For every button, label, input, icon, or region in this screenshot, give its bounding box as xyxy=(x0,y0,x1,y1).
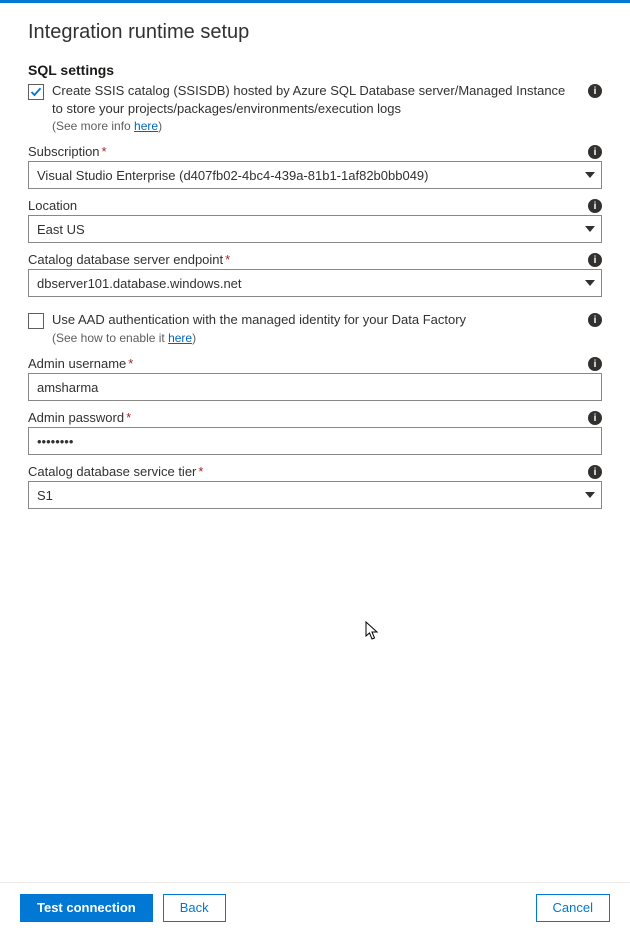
info-icon[interactable]: i xyxy=(588,313,602,327)
test-connection-button[interactable]: Test connection xyxy=(20,894,153,922)
required-mark: * xyxy=(128,356,133,371)
ssis-catalog-hint: (See more info here) xyxy=(28,119,602,133)
page-title: Integration runtime setup xyxy=(28,21,602,44)
endpoint-select[interactable]: dbserver101.database.windows.net xyxy=(28,269,602,297)
required-mark: * xyxy=(102,144,107,159)
aad-auth-row: Use AAD authentication with the managed … xyxy=(28,311,602,329)
footer-bar: Test connection Back Cancel xyxy=(0,882,630,932)
ssis-catalog-text: Create SSIS catalog (SSISDB) hosted by A… xyxy=(52,82,574,117)
ssis-catalog-row: Create SSIS catalog (SSISDB) hosted by A… xyxy=(28,82,602,117)
hint-text: (See how to enable it xyxy=(52,331,168,345)
endpoint-control: dbserver101.database.windows.net xyxy=(28,269,602,297)
field-label-row: Catalog database service tier* i xyxy=(28,463,602,479)
subscription-label: Subscription* xyxy=(28,144,107,159)
tier-select[interactable]: S1 xyxy=(28,481,602,509)
admin-pass-input[interactable] xyxy=(28,427,602,455)
subscription-value: Visual Studio Enterprise (d407fb02-4bc4-… xyxy=(37,168,429,183)
endpoint-value: dbserver101.database.windows.net xyxy=(37,276,242,291)
endpoint-field: Catalog database server endpoint* i dbse… xyxy=(28,251,602,297)
admin-pass-field: Admin password* i xyxy=(28,409,602,455)
admin-user-label: Admin username* xyxy=(28,356,133,371)
info-icon[interactable]: i xyxy=(588,145,602,159)
content-area: Integration runtime setup SQL settings C… xyxy=(0,3,630,882)
required-mark: * xyxy=(225,252,230,267)
field-label-row: Subscription* i xyxy=(28,143,602,159)
subscription-control: Visual Studio Enterprise (d407fb02-4bc4-… xyxy=(28,161,602,189)
info-icon[interactable]: i xyxy=(588,84,602,98)
admin-user-input[interactable] xyxy=(28,373,602,401)
field-label-row: Catalog database server endpoint* i xyxy=(28,251,602,267)
ssis-more-info-link[interactable]: here xyxy=(134,119,158,133)
required-mark: * xyxy=(198,464,203,479)
setup-panel: Integration runtime setup SQL settings C… xyxy=(0,3,630,932)
required-mark: * xyxy=(126,410,131,425)
aad-auth-checkbox[interactable] xyxy=(28,313,44,329)
location-select[interactable]: East US xyxy=(28,215,602,243)
admin-user-control xyxy=(28,373,602,401)
subscription-field: Subscription* i Visual Studio Enterprise… xyxy=(28,143,602,189)
admin-pass-control xyxy=(28,427,602,455)
chevron-down-icon xyxy=(585,226,595,232)
info-icon[interactable]: i xyxy=(588,465,602,479)
location-label: Location xyxy=(28,198,77,213)
label-text: Admin username xyxy=(28,356,126,371)
location-control: East US xyxy=(28,215,602,243)
admin-user-field: Admin username* i xyxy=(28,355,602,401)
label-text: Catalog database server endpoint xyxy=(28,252,223,267)
hint-suffix: ) xyxy=(158,119,162,133)
tier-control: S1 xyxy=(28,481,602,509)
field-label-row: Admin password* i xyxy=(28,409,602,425)
aad-auth-text: Use AAD authentication with the managed … xyxy=(52,311,574,329)
field-label-row: Admin username* i xyxy=(28,355,602,371)
info-icon[interactable]: i xyxy=(588,199,602,213)
checkmark-icon xyxy=(30,86,42,98)
hint-text: (See more info xyxy=(52,119,134,133)
tier-value: S1 xyxy=(37,488,53,503)
cancel-button[interactable]: Cancel xyxy=(536,894,610,922)
subscription-select[interactable]: Visual Studio Enterprise (d407fb02-4bc4-… xyxy=(28,161,602,189)
info-icon[interactable]: i xyxy=(588,357,602,371)
endpoint-label: Catalog database server endpoint* xyxy=(28,252,230,267)
section-title: SQL settings xyxy=(28,62,602,78)
location-value: East US xyxy=(37,222,85,237)
info-icon[interactable]: i xyxy=(588,253,602,267)
tier-field: Catalog database service tier* i S1 xyxy=(28,463,602,509)
admin-pass-label: Admin password* xyxy=(28,410,131,425)
ssis-catalog-checkbox[interactable] xyxy=(28,84,44,100)
aad-enable-link[interactable]: here xyxy=(168,331,192,345)
aad-auth-hint: (See how to enable it here) xyxy=(28,331,602,345)
label-text: Admin password xyxy=(28,410,124,425)
back-button[interactable]: Back xyxy=(163,894,226,922)
chevron-down-icon xyxy=(585,280,595,286)
tier-label: Catalog database service tier* xyxy=(28,464,203,479)
location-field: Location i East US xyxy=(28,197,602,243)
hint-suffix: ) xyxy=(192,331,196,345)
chevron-down-icon xyxy=(585,172,595,178)
info-icon[interactable]: i xyxy=(588,411,602,425)
label-text: Catalog database service tier xyxy=(28,464,196,479)
field-label-row: Location i xyxy=(28,197,602,213)
chevron-down-icon xyxy=(585,492,595,498)
label-text: Subscription xyxy=(28,144,100,159)
